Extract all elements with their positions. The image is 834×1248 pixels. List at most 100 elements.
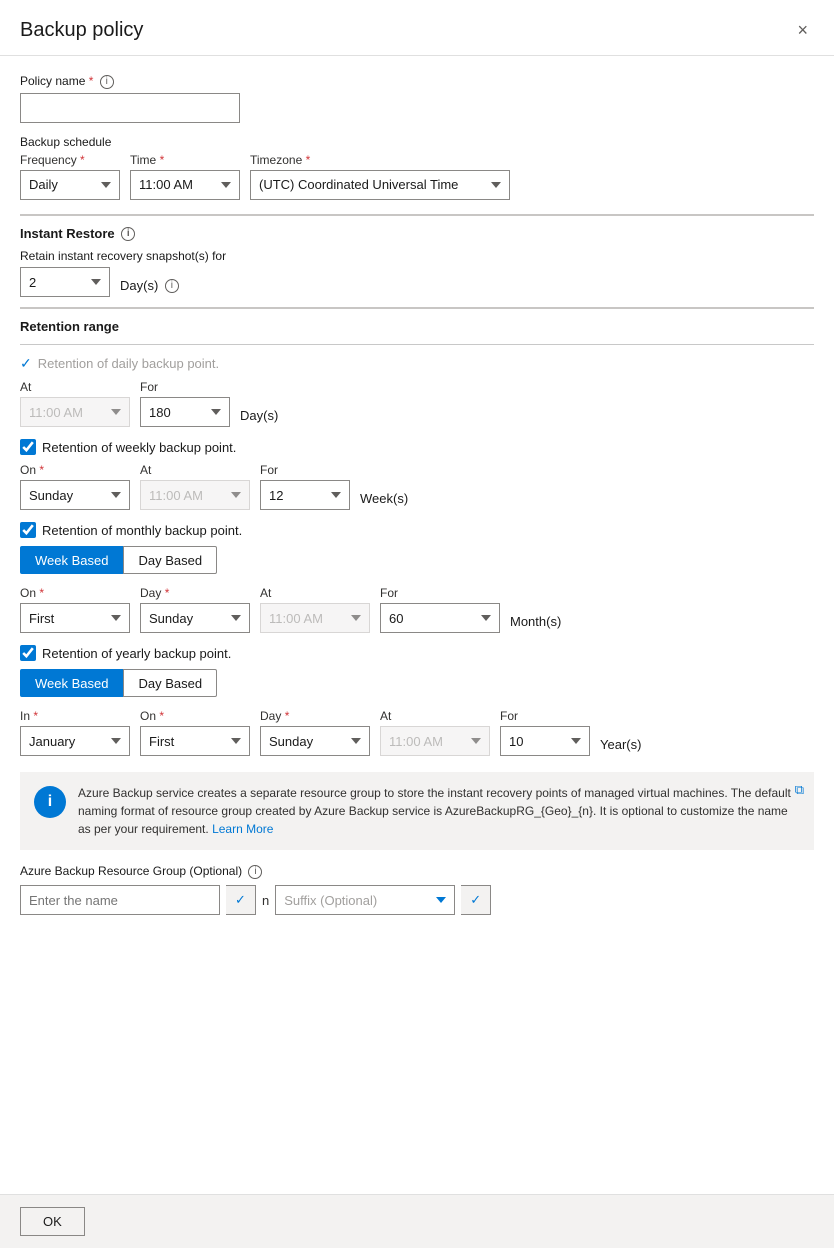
yearly-in-group: In * January February March	[20, 709, 130, 756]
info-box-icon: i	[34, 786, 66, 818]
time-group: Time * 11:00 AM	[130, 153, 240, 200]
monthly-checkbox[interactable]	[20, 522, 36, 538]
weekly-unit-label: Week(s)	[360, 491, 408, 510]
resource-group-section: Azure Backup Resource Group (Optional) i…	[20, 864, 814, 915]
policy-name-required: *	[89, 74, 94, 88]
external-link-icon[interactable]: ⧉	[795, 782, 804, 798]
yearly-for-group: For 10	[500, 709, 590, 756]
monthly-on-select[interactable]: First Second Third Fourth Last	[20, 603, 130, 633]
instant-days-select[interactable]: 2 1 3 4 5	[20, 267, 110, 297]
weekly-checkbox[interactable]	[20, 439, 36, 455]
monthly-check-row: Retention of monthly backup point.	[20, 522, 814, 538]
monthly-week-tab[interactable]: Week Based	[20, 546, 123, 574]
monthly-day-group: Day * Sunday Monday	[140, 586, 250, 633]
monthly-on-group: On * First Second Third Fourth Last	[20, 586, 130, 633]
weekly-row: On * Sunday Monday Tuesday Wednesday Thu…	[20, 463, 814, 510]
time-select[interactable]: 11:00 AM	[130, 170, 240, 200]
yearly-unit-label: Year(s)	[600, 737, 641, 756]
retention-range-section: Retention range ✓ Retention of daily bac…	[20, 307, 814, 756]
daily-for-label: For	[140, 380, 230, 394]
daily-unit-label: Day(s)	[240, 408, 278, 427]
weekly-at-label: At	[140, 463, 250, 477]
frequency-label: Frequency *	[20, 153, 120, 167]
weekly-for-select[interactable]: 12	[260, 480, 350, 510]
monthly-unit-label: Month(s)	[510, 614, 561, 633]
yearly-in-select[interactable]: January February March	[20, 726, 130, 756]
monthly-day-select[interactable]: Sunday Monday	[140, 603, 250, 633]
daily-retention-item: ✓ Retention of daily backup point. At 11…	[20, 355, 814, 427]
policy-name-label: Policy name * i	[20, 74, 814, 89]
monthly-for-select[interactable]: 60	[380, 603, 500, 633]
learn-more-link[interactable]: Learn More	[212, 822, 273, 836]
yearly-on-group: On * First Second Third	[140, 709, 250, 756]
daily-check-row: ✓ Retention of daily backup point.	[20, 355, 814, 372]
weekly-at-group: At 11:00 AM	[140, 463, 250, 510]
daily-row: At 11:00 AM For 180 Day(s)	[20, 380, 814, 427]
policy-name-info-icon[interactable]: i	[100, 75, 114, 89]
resource-group-input[interactable]	[20, 885, 220, 915]
days-info-icon[interactable]: i	[165, 279, 179, 293]
yearly-on-label: On *	[140, 709, 250, 723]
monthly-day-tab[interactable]: Day Based	[123, 546, 217, 574]
daily-at-group: At 11:00 AM	[20, 380, 130, 427]
monthly-at-group: At 11:00 AM	[260, 586, 370, 633]
resource-group-info-icon[interactable]: i	[248, 865, 262, 879]
instant-restore-info-icon[interactable]: i	[121, 227, 135, 241]
yearly-at-label: At	[380, 709, 490, 723]
resource-input-check-icon: ✓	[226, 885, 256, 915]
monthly-at-select: 11:00 AM	[260, 603, 370, 633]
frequency-group: Frequency * Daily Weekly	[20, 153, 120, 200]
retain-label: Retain instant recovery snapshot(s) for	[20, 249, 814, 263]
daily-at-select: 11:00 AM	[20, 397, 130, 427]
close-button[interactable]: ×	[791, 18, 814, 43]
yearly-day-tab[interactable]: Day Based	[123, 669, 217, 697]
panel-body: Policy name * i Backup schedule Frequenc…	[0, 56, 834, 935]
instant-restore-row: 2 1 3 4 5 Day(s) i	[20, 267, 814, 297]
backup-policy-panel: Backup policy × Policy name * i Backup s…	[0, 0, 834, 1248]
instant-restore-section: Instant Restore i Retain instant recover…	[20, 214, 814, 298]
yearly-retention-item: Retention of yearly backup point. Week B…	[20, 645, 814, 756]
days-unit-label: Day(s) i	[120, 278, 179, 298]
weekly-retention-item: Retention of weekly backup point. On * S…	[20, 439, 814, 510]
yearly-check-label: Retention of yearly backup point.	[42, 646, 231, 661]
daily-for-select[interactable]: 180	[140, 397, 230, 427]
backup-schedule-row: Frequency * Daily Weekly Time * 11:00 AM	[20, 153, 814, 200]
info-box-text: Azure Backup service creates a separate …	[78, 784, 800, 838]
daily-for-group: For 180	[140, 380, 230, 427]
info-box: i Azure Backup service creates a separat…	[20, 772, 814, 850]
yearly-at-select: 11:00 AM	[380, 726, 490, 756]
monthly-on-label: On *	[20, 586, 130, 600]
frequency-select[interactable]: Daily Weekly	[20, 170, 120, 200]
weekly-at-select: 11:00 AM	[140, 480, 250, 510]
weekly-on-select[interactable]: Sunday Monday Tuesday Wednesday Thursday…	[20, 480, 130, 510]
monthly-row: On * First Second Third Fourth Last	[20, 586, 814, 633]
yearly-on-select[interactable]: First Second Third	[140, 726, 250, 756]
weekly-on-label: On *	[20, 463, 130, 477]
monthly-at-label: At	[260, 586, 370, 600]
yearly-checkbox[interactable]	[20, 645, 36, 661]
yearly-for-select[interactable]: 10	[500, 726, 590, 756]
timezone-group: Timezone * (UTC) Coordinated Universal T…	[250, 153, 510, 200]
yearly-at-group: At 11:00 AM	[380, 709, 490, 756]
timezone-select[interactable]: (UTC) Coordinated Universal Time	[250, 170, 510, 200]
suffix-select[interactable]: Suffix (Optional)	[275, 885, 455, 915]
yearly-in-label: In *	[20, 709, 130, 723]
timezone-label: Timezone *	[250, 153, 510, 167]
daily-check-label: Retention of daily backup point.	[38, 356, 219, 371]
ok-button[interactable]: OK	[20, 1207, 85, 1236]
monthly-day-label: Day *	[140, 586, 250, 600]
yearly-day-select[interactable]: Sunday Monday	[260, 726, 370, 756]
panel-header: Backup policy ×	[0, 0, 834, 56]
yearly-day-label: Day *	[260, 709, 370, 723]
suffix-check-icon: ✓	[461, 885, 491, 915]
yearly-day-group: Day * Sunday Monday	[260, 709, 370, 756]
time-label: Time *	[130, 153, 240, 167]
yearly-week-tab[interactable]: Week Based	[20, 669, 123, 697]
resource-group-row: ✓ n Suffix (Optional) ✓	[20, 885, 814, 915]
monthly-for-label: For	[380, 586, 500, 600]
monthly-for-group: For 60	[380, 586, 500, 633]
policy-name-input[interactable]	[20, 93, 240, 123]
daily-checkmark: ✓	[20, 355, 32, 372]
backup-schedule-label: Backup schedule	[20, 135, 814, 149]
daily-at-label: At	[20, 380, 130, 394]
